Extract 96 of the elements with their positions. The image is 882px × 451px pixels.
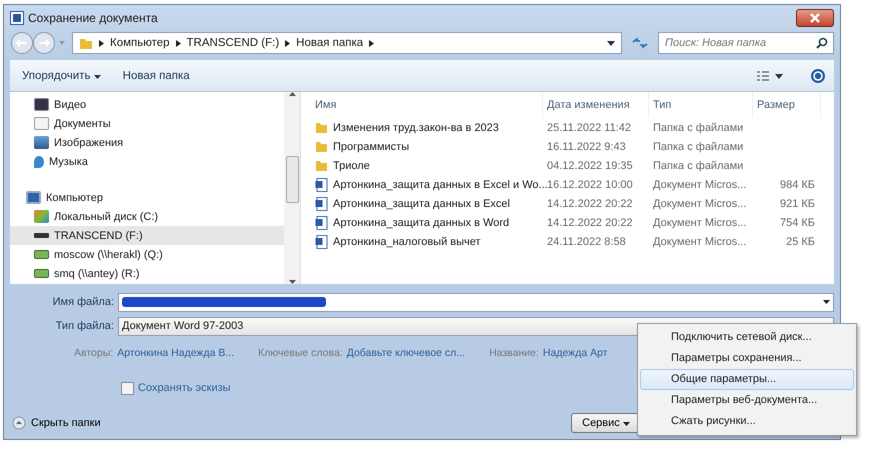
scrollbar[interactable]: [284, 92, 300, 284]
close-button[interactable]: [796, 8, 834, 27]
metadata-label: Название:: [489, 346, 539, 359]
table-cell-text: 984 КБ: [778, 178, 816, 191]
back-forward-icon[interactable]: [10, 31, 68, 56]
file-name-field[interactable]: [118, 292, 834, 312]
document-icon: [315, 216, 328, 230]
chevron-icon[interactable]: [176, 40, 181, 47]
field-value: Документ Word 97-2003: [122, 320, 244, 332]
scroll-thumb[interactable]: [286, 156, 298, 204]
search-icon: [816, 37, 828, 50]
music-icon: [34, 156, 44, 168]
sidebar-item[interactable]: Документы: [10, 114, 284, 134]
window-title: Сохранение документа: [28, 10, 158, 25]
table-cell-text: 921 КБ: [778, 198, 816, 210]
table-cell-text: Документ Micros...: [652, 198, 748, 210]
sidebar-item[interactable]: moscow (\\herakl) (Q:): [10, 245, 284, 264]
breadcrumb[interactable]: Новая папка: [296, 37, 364, 50]
document-icon: [315, 196, 328, 211]
file-name[interactable]: Изменения труд.закон-ва в 2023: [311, 121, 543, 134]
sidebar-item[interactable]: TRANSCEND (F:): [10, 226, 284, 246]
menu-item[interactable]: Параметры веб-документа...: [640, 390, 854, 411]
table-cell-text: 16.11.2022 9:43: [546, 140, 627, 153]
table-cell-text: Документ Micros...: [652, 236, 748, 248]
view-options-icon[interactable]: [756, 70, 784, 82]
file-name[interactable]: Артонкина_защита данных в Word: [311, 216, 543, 230]
document-icon: [315, 178, 328, 192]
column-header[interactable]: Тип: [649, 92, 753, 118]
menu-item[interactable]: Сжать рисунки...: [640, 411, 854, 432]
metadata-value[interactable]: Надежда Арт: [542, 346, 608, 359]
organize-button[interactable]: Упорядочить: [18, 66, 105, 85]
chevron-icon[interactable]: [285, 40, 290, 47]
file-name[interactable]: Программисты: [311, 140, 543, 154]
chevron-icon[interactable]: [99, 40, 104, 47]
hide-folders-button[interactable]: Скрыть папки: [10, 416, 101, 430]
menu-item[interactable]: Общие параметры...: [640, 369, 854, 390]
close-icon: [809, 12, 821, 23]
folder-icon: [315, 159, 328, 172]
column-header[interactable]: Имя: [311, 92, 543, 118]
help-icon[interactable]: [810, 68, 826, 84]
table-cell-text: Папка с файлами: [652, 160, 744, 172]
sidebar-item[interactable]: Видео: [10, 95, 284, 114]
column-header[interactable]: Дата изменения: [543, 92, 649, 118]
search-field[interactable]: Поиск: Новая папка: [658, 32, 834, 54]
address-bar[interactable]: Компьютер TRANSCEND (F:) Новая папка: [72, 32, 622, 54]
metadata-label: Ключевые слова:: [258, 346, 343, 359]
sidebar-item[interactable]: Локальный диск (C:): [10, 207, 284, 226]
sidebar-item[interactable]: Компьютер: [10, 188, 284, 208]
word-logo-icon: [10, 10, 24, 25]
video-icon: [34, 98, 49, 112]
table-cell-text: Папка с файлами: [652, 122, 744, 134]
field-label: Имя файла:: [52, 296, 115, 308]
images-icon: [34, 136, 49, 150]
new-folder-button[interactable]: Новая папка: [118, 66, 194, 85]
breadcrumb[interactable]: TRANSCEND (F:): [186, 37, 280, 50]
caret-icon: [622, 422, 630, 426]
breadcrumb[interactable]: Компьютер: [110, 37, 170, 50]
table-cell-text: 25 КБ: [785, 236, 816, 248]
file-name[interactable]: Артонкина_защита данных в Excel: [311, 196, 543, 211]
chevron-icon[interactable]: [369, 40, 374, 47]
table-cell-text: Документ Micros...: [652, 216, 748, 229]
table-cell-text: 754 КБ: [778, 216, 816, 229]
caret-icon: [94, 74, 101, 79]
checkbox[interactable]: [121, 382, 134, 395]
sidebar-item[interactable]: Музыка: [10, 152, 284, 172]
folder-icon: [315, 140, 328, 154]
metadata-label: Авторы:: [74, 346, 114, 359]
table-cell-text: Документ Micros...: [652, 178, 748, 191]
metadata-value[interactable]: Добавьте ключевое сл...: [346, 346, 466, 359]
table-cell-text: 25.11.2022 11:42: [546, 122, 632, 134]
file-name[interactable]: Артонкина_налоговый вычет: [311, 234, 543, 249]
field-label: Тип файла:: [54, 320, 115, 332]
folder-icon: [79, 36, 93, 50]
usb-icon: [34, 233, 49, 238]
folder-icon: [315, 121, 328, 134]
scroll-down-icon[interactable]: [288, 280, 296, 284]
menu-item[interactable]: Параметры сохранения...: [640, 348, 854, 369]
table-cell-text: Папка с файлами: [652, 140, 744, 153]
computer-icon: [26, 191, 41, 204]
dropdown-arrow-icon[interactable]: [607, 40, 615, 46]
column-header[interactable]: Размер: [753, 92, 821, 118]
document-icon: [315, 234, 328, 249]
documents-icon: [34, 117, 49, 130]
table-cell-text: 14.12.2022 20:22: [546, 216, 634, 229]
table-cell-text: 24.11.2022 8:58: [546, 236, 627, 248]
network-icon: [34, 250, 49, 260]
sidebar-item[interactable]: smq (\\antey) (R:): [10, 264, 284, 284]
file-name[interactable]: Триоле: [311, 159, 543, 172]
table-cell-text: 04.12.2022 19:35: [546, 160, 634, 172]
metadata-value[interactable]: Артонкина Надежда В...: [117, 346, 234, 359]
table-cell-text: 14.12.2022 20:22: [546, 198, 634, 210]
network-icon: [34, 269, 49, 278]
sidebar-item[interactable]: Изображения: [10, 133, 284, 152]
checkbox-label: Сохранять эскизы: [138, 382, 231, 394]
collapse-icon: [12, 416, 26, 430]
dropdown-arrow-icon: [823, 300, 830, 304]
